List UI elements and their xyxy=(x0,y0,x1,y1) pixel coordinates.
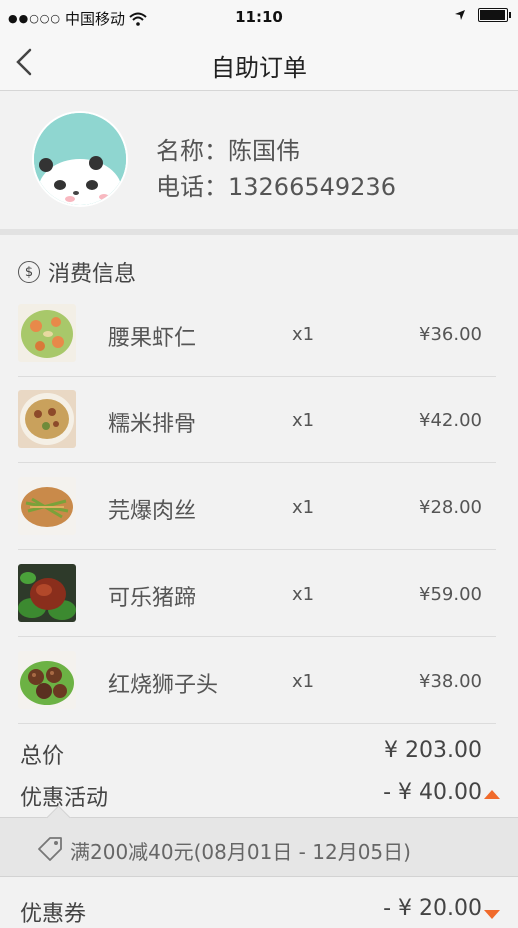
order-item: 芫爆肉丝 x1 ¥28.00 xyxy=(18,463,496,550)
promotion-detail: 满200减40元(08月01日 - 12月05日) xyxy=(0,805,518,877)
dollar-coin-icon: $ xyxy=(18,261,40,283)
dish-photo xyxy=(18,651,76,709)
clock: 11:10 xyxy=(235,8,283,26)
battery-icon xyxy=(478,8,511,22)
panda-avatar-icon xyxy=(34,113,126,205)
dish-price: ¥59.00 xyxy=(419,584,482,605)
discount-activity-row[interactable]: 优惠活动 - ¥ 40.00 xyxy=(20,780,500,812)
dish-photo xyxy=(18,390,76,448)
page-title: 自助订单 xyxy=(211,54,307,82)
dish-name: 红烧狮子头 xyxy=(108,673,219,698)
dish-price: ¥42.00 xyxy=(419,410,482,431)
dish-quantity: x1 xyxy=(292,324,315,345)
coupon-row[interactable]: 优惠券 - ¥ 20.00 xyxy=(20,896,500,928)
dish-photo xyxy=(18,304,76,362)
dish-photo xyxy=(18,477,76,535)
order-item: 红烧狮子头 x1 ¥38.00 xyxy=(18,637,496,724)
dish-quantity: x1 xyxy=(292,584,315,605)
order-item: 糯米排骨 x1 ¥42.00 xyxy=(18,376,496,463)
total-label: 总价 xyxy=(20,744,65,769)
order-item: 可乐猪蹄 x1 ¥59.00 xyxy=(18,550,496,637)
coupon-value: - ¥ 20.00 xyxy=(383,896,482,921)
location-arrow-icon xyxy=(455,10,465,20)
expand-triangle-icon[interactable] xyxy=(484,910,500,919)
section-title: 消费信息 xyxy=(48,262,137,287)
collapse-triangle-icon[interactable] xyxy=(484,790,500,799)
dish-price: ¥36.00 xyxy=(419,324,482,345)
dish-name: 芫爆肉丝 xyxy=(108,499,197,524)
order-item: 腰果虾仁 x1 ¥36.00 xyxy=(18,290,496,377)
profile-card: 名称：陈国伟 电话：13266549236 xyxy=(0,91,518,235)
navigation-bar: 自助订单 xyxy=(0,34,518,91)
consumption-info-header: $ 消费信息 xyxy=(18,256,136,288)
dish-price: ¥28.00 xyxy=(419,497,482,518)
status-bar: ●●○○○ 中国移动 11:10 xyxy=(0,0,518,34)
tag-icon xyxy=(38,837,62,861)
discount-value: - ¥ 40.00 xyxy=(383,780,482,805)
promotion-text: 满200减40元(08月01日 - 12月05日) xyxy=(70,840,411,864)
customer-name: 名称：陈国伟 xyxy=(156,137,300,165)
dish-name: 糯米排骨 xyxy=(108,412,197,437)
dish-quantity: x1 xyxy=(292,497,315,518)
customer-phone: 电话：13266549236 xyxy=(156,173,396,201)
avatar xyxy=(32,111,128,207)
dish-quantity: x1 xyxy=(292,410,315,431)
total-row: 总价 ¥ 203.00 xyxy=(20,738,500,770)
dish-name: 可乐猪蹄 xyxy=(108,586,197,611)
coupon-label: 优惠券 xyxy=(20,902,87,927)
dish-quantity: x1 xyxy=(292,671,315,692)
dish-price: ¥38.00 xyxy=(419,671,482,692)
dish-name: 腰果虾仁 xyxy=(108,326,197,351)
total-value: ¥ 203.00 xyxy=(384,738,482,763)
discount-label: 优惠活动 xyxy=(20,786,109,811)
dish-photo xyxy=(18,564,76,622)
